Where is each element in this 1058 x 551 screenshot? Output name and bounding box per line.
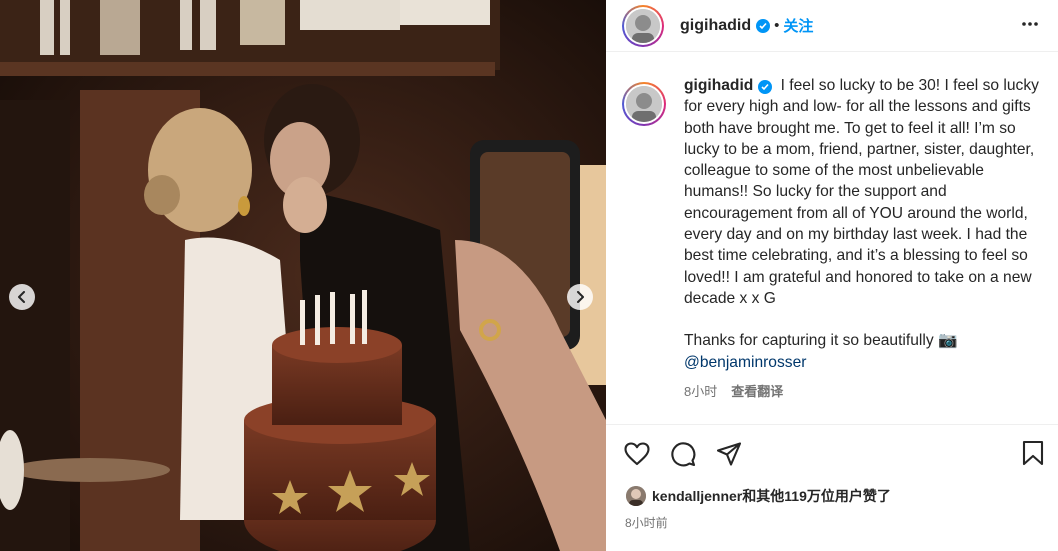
- likes-summary: kendalljenner 和其他119万位用户赞了: [626, 486, 891, 506]
- caption-meta: 8小时 查看翻译: [684, 381, 1046, 400]
- comment-button[interactable]: [670, 441, 696, 467]
- liker-username[interactable]: kendalljenner: [652, 488, 742, 504]
- author-avatar[interactable]: [622, 4, 664, 47]
- see-translation-button[interactable]: 查看翻译: [731, 381, 783, 400]
- likes-count-text[interactable]: 和其他119万位用户赞了: [742, 486, 891, 506]
- caption-section: gigihadid I feel so lucky to be 30! I fe…: [606, 75, 1058, 400]
- caption-text: I feel so lucky to be 30! I feel so luck…: [684, 77, 1039, 307]
- caption-author-avatar[interactable]: [622, 82, 666, 126]
- save-button[interactable]: [1022, 440, 1044, 471]
- separator-dot: •: [774, 17, 780, 34]
- chevron-left-icon: [18, 291, 25, 303]
- post-timestamp: 8小时前: [625, 516, 668, 530]
- caption-username[interactable]: gigihadid: [684, 77, 753, 94]
- more-options-icon[interactable]: [1020, 14, 1040, 39]
- liker-avatar-image: [626, 486, 646, 506]
- bookmark-icon: [1022, 440, 1044, 466]
- caption-thanks-text: Thanks for capturing it so beautifully 📷: [684, 332, 958, 350]
- divider: [606, 424, 1058, 425]
- post-photo-image: [0, 0, 606, 551]
- comment-icon: [671, 442, 696, 467]
- post-photo[interactable]: [0, 0, 606, 551]
- author-avatar-image: [626, 8, 660, 43]
- follow-button[interactable]: 关注: [783, 15, 813, 36]
- liker-avatar[interactable]: [626, 486, 646, 506]
- verified-badge-icon: [758, 80, 773, 94]
- next-photo-button[interactable]: [567, 284, 593, 310]
- caption-time: 8小时: [684, 383, 718, 399]
- share-button[interactable]: [716, 442, 742, 466]
- mention-link[interactable]: @benjaminrosser: [684, 354, 806, 371]
- heart-icon: [624, 442, 650, 466]
- post-side-panel: gigihadid • 关注 gigihadid I feel so lucky…: [606, 0, 1058, 551]
- caption-avatar-image: [626, 86, 662, 122]
- post-actions: [624, 440, 1044, 468]
- author-username[interactable]: gigihadid: [680, 17, 751, 35]
- previous-photo-button[interactable]: [9, 284, 35, 310]
- chevron-right-icon: [577, 291, 584, 303]
- like-button[interactable]: [624, 442, 650, 466]
- post-caption: gigihadid I feel so lucky to be 30! I fe…: [684, 75, 1046, 373]
- post-header: gigihadid • 关注: [606, 0, 1058, 52]
- verified-badge-icon: [756, 18, 771, 33]
- share-icon: [716, 442, 742, 466]
